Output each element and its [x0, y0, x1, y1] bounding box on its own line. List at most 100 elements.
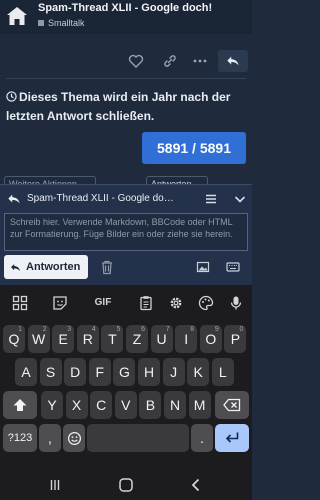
topic-header: Spam-Thread XLII - Google doch! Smalltal… [0, 0, 252, 34]
post-reply-button[interactable] [218, 50, 248, 72]
key-a[interactable]: A [15, 358, 37, 386]
key-label: V [121, 397, 131, 413]
keyboard-icon[interactable] [226, 260, 240, 274]
recents-icon[interactable] [48, 477, 64, 493]
key-label: W [31, 331, 46, 347]
keyboard-toolbar: GIF [0, 285, 252, 319]
key-label: X [71, 397, 82, 413]
key-label: E [58, 331, 68, 347]
image-icon[interactable] [196, 260, 210, 274]
key-label: U [156, 331, 167, 347]
reply-textarea[interactable]: Schreib hier. Verwende Markdown, BBCode … [4, 213, 248, 251]
trash-icon[interactable] [100, 259, 114, 275]
keyboard-row-1: Q1W2E3R4T5Z6U7I8O9P0 [0, 325, 252, 355]
menu-icon[interactable] [203, 191, 219, 207]
key-m[interactable]: M [188, 391, 211, 419]
symbols-key[interactable]: ?123 [3, 424, 37, 452]
emoji-key[interactable] [63, 424, 85, 452]
key-j[interactable]: J [162, 358, 185, 386]
sticker-icon[interactable] [52, 295, 68, 311]
key-o[interactable]: O9 [199, 325, 222, 353]
key-b[interactable]: B [139, 391, 162, 419]
category-badge[interactable]: Smalltalk [38, 18, 85, 28]
key-p[interactable]: P0 [224, 325, 247, 353]
key-label: D [70, 364, 81, 380]
key-g[interactable]: G [113, 358, 136, 386]
shift-icon [13, 399, 27, 411]
reply-icon [227, 56, 239, 66]
key-c[interactable]: C [90, 391, 113, 419]
topic-title[interactable]: Spam-Thread XLII - Google doch! [38, 2, 212, 14]
key-label: Y [47, 397, 57, 413]
post-counter[interactable]: 5891 / 5891 [142, 132, 246, 164]
grid-icon[interactable] [12, 295, 28, 311]
key-hint: 8 [190, 326, 195, 333]
key-hint: 6 [141, 326, 145, 333]
key-label: I [184, 331, 189, 347]
key-label: T [108, 331, 117, 347]
post-actions [0, 50, 252, 72]
shift-key[interactable] [3, 391, 37, 419]
key-d[interactable]: D [64, 358, 87, 386]
submit-reply-button[interactable]: Antworten [4, 255, 88, 279]
period-key[interactable]: . [191, 424, 213, 452]
key-h[interactable]: H [138, 358, 160, 386]
composer-footer: Antworten [0, 255, 252, 281]
key-l[interactable]: L [211, 358, 234, 386]
key-q[interactable]: Q1 [3, 325, 25, 353]
key-hint: 1 [18, 326, 22, 333]
key-f[interactable]: F [88, 358, 111, 386]
key-v[interactable]: V [114, 391, 137, 419]
key-label: M [193, 397, 206, 413]
key-n[interactable]: N [164, 391, 186, 419]
key-i[interactable]: I8 [175, 325, 198, 353]
reply-composer: Spam-Thread XLII - Google do… Schreib hi… [0, 184, 252, 285]
key-u[interactable]: U7 [150, 325, 173, 353]
key-hint: 9 [214, 326, 219, 333]
system-navigation-bar [0, 470, 252, 500]
key-x[interactable]: X [65, 391, 88, 419]
key-label: S [45, 364, 56, 380]
composer-topic-title: Spam-Thread XLII - Google do… [27, 193, 174, 204]
back-icon[interactable] [188, 477, 204, 493]
ellipsis-icon[interactable] [192, 53, 208, 69]
heart-icon[interactable] [128, 53, 144, 69]
link-icon[interactable] [162, 53, 178, 69]
composer-header: Spam-Thread XLII - Google do… [0, 187, 252, 211]
key-s[interactable]: S [39, 358, 62, 386]
enter-key[interactable] [215, 424, 249, 452]
key-label: Z [132, 331, 142, 347]
keyboard-row-3: YXCVBNM [0, 391, 252, 421]
key-e[interactable]: E3 [52, 325, 75, 353]
home-icon[interactable] [6, 6, 28, 26]
clipboard-icon[interactable] [138, 295, 154, 311]
key-t[interactable]: T5 [101, 325, 124, 353]
key-z[interactable]: Z6 [126, 325, 148, 353]
soft-keyboard: GIF Q1W2E3R4T5Z6U7I8O9P0 ASDFGHJKL Y X C… [0, 285, 252, 470]
key-y[interactable]: Y [41, 391, 63, 419]
key-w[interactable]: W2 [27, 325, 50, 353]
gear-icon[interactable] [168, 295, 184, 311]
emoji-icon [67, 431, 81, 445]
divider [6, 78, 246, 79]
category-label: Smalltalk [48, 18, 85, 28]
key-label: P [230, 331, 241, 347]
home-icon[interactable] [118, 477, 134, 493]
chevron-down-icon[interactable] [232, 191, 248, 207]
key-label: A [21, 364, 31, 380]
enter-icon [225, 432, 239, 443]
topic-close-notice: Dieses Thema wird ein Jahr nach der letz… [6, 88, 246, 126]
key-r[interactable]: R4 [76, 325, 99, 353]
key-k[interactable]: K [187, 358, 210, 386]
gif-button[interactable]: GIF [92, 295, 114, 311]
backspace-key[interactable] [215, 391, 249, 419]
space-key[interactable] [87, 424, 189, 452]
keyboard-row-4: ?123 , . [0, 424, 252, 454]
key-hint: 5 [116, 326, 121, 333]
category-swatch [38, 20, 44, 26]
palette-icon[interactable] [198, 295, 214, 311]
reply-icon [11, 263, 20, 271]
key-label: O [205, 331, 217, 347]
mic-icon[interactable] [228, 295, 244, 311]
comma-key[interactable]: , [39, 424, 61, 452]
